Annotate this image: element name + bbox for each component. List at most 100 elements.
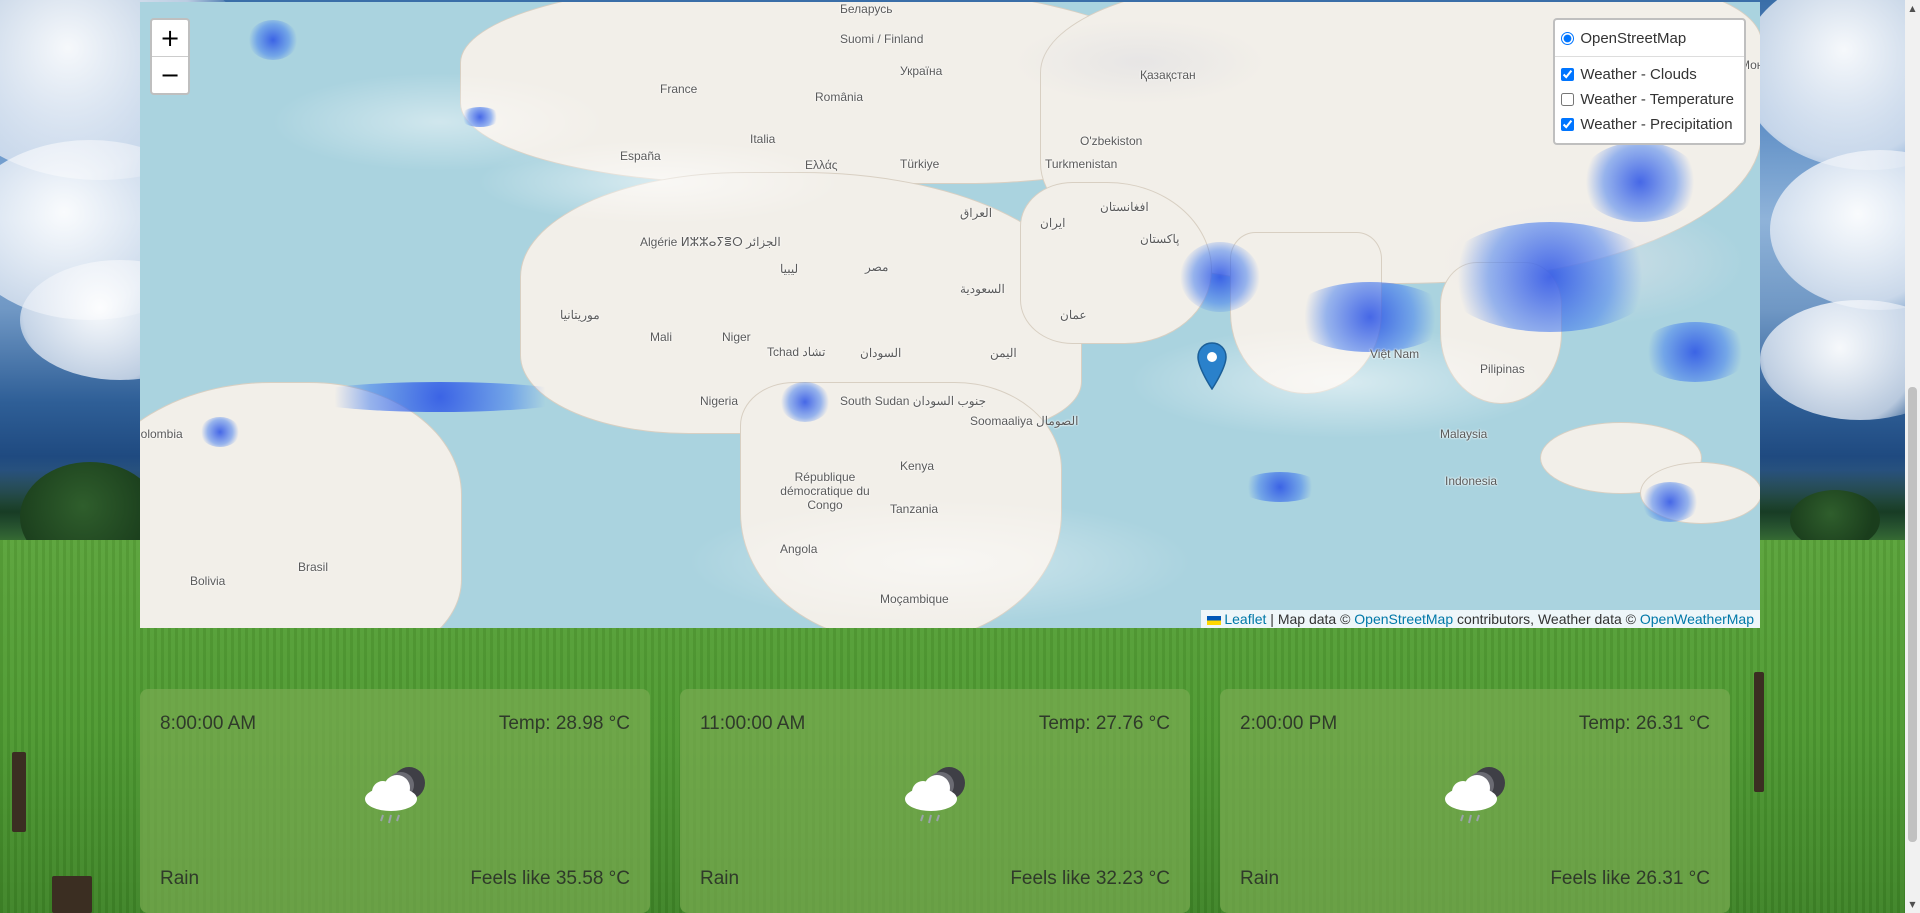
overlay-clouds-label: Weather - Clouds <box>1580 66 1697 83</box>
map-place-label: Pilipinas <box>1480 362 1525 376</box>
map-place-label: France <box>660 82 698 96</box>
precipitation-spot <box>248 20 298 60</box>
precipitation-spot <box>1240 472 1320 502</box>
map-place-label: Việt Nam <box>1370 347 1420 361</box>
rain-cloud-night-icon <box>365 767 425 824</box>
map-place-label: العراق <box>960 206 993 220</box>
map-attribution: Leaflet | Map data © OpenStreetMap contr… <box>1201 610 1760 628</box>
overlay-precipitation[interactable]: Weather - Precipitation <box>1561 112 1734 137</box>
map-place-label: România <box>815 90 864 104</box>
map-place-label: Suomi / Finland <box>840 32 924 46</box>
overlay-temperature-checkbox[interactable] <box>1561 93 1575 106</box>
forecast-feels-like: Feels like 26.31 °C <box>1550 868 1710 889</box>
leaflet-link[interactable]: Leaflet <box>1224 611 1266 627</box>
map-place-label: Беларусь <box>840 2 893 16</box>
forecast-description: Rain <box>700 868 740 889</box>
map-place-label: اليمن <box>990 346 1017 360</box>
layers-control: OpenStreetMap Weather - Clouds Weather -… <box>1553 18 1746 145</box>
map-place-label: افغانستان <box>1100 200 1149 214</box>
map-place-label: España <box>620 149 661 163</box>
map-place-label: Tanzania <box>890 502 939 516</box>
rain-cloud-night-icon <box>905 767 965 824</box>
forecast-card: 8:00:00 AM Temp: 28.98 °C Rain Feels lik… <box>140 689 650 913</box>
precipitation-spot <box>200 417 240 447</box>
map-place-label: پاکستان <box>1140 232 1180 246</box>
forecast-temp: Temp: 28.98 °C <box>498 713 630 734</box>
openweathermap-link[interactable]: OpenWeatherMap <box>1640 611 1754 627</box>
forecast-time: 8:00:00 AM <box>160 713 257 734</box>
precipitation-spot <box>1640 322 1750 382</box>
map-place-label: O'zbekiston <box>1080 134 1143 148</box>
ukraine-flag-icon <box>1207 615 1222 625</box>
forecast-time: 2:00:00 PM <box>1240 713 1338 734</box>
map-place-label: Brasil <box>298 560 329 574</box>
map-place-label: South Sudan جنوب السودان <box>840 394 986 408</box>
map-place-label: Malaysia <box>1440 427 1488 441</box>
map-place-label: Қазақстан <box>1140 68 1196 82</box>
map-place-label: Mali <box>650 330 673 344</box>
page-scrollbar[interactable]: ▲ ▼ <box>1905 0 1920 913</box>
map-place-label: موريتانيا <box>560 308 600 322</box>
map-place-label: Colombia <box>140 427 183 441</box>
openstreetmap-link[interactable]: OpenStreetMap <box>1354 611 1453 627</box>
map-place-label: Algérie ⵍⵣⵣⴰⵢⴻⵔ الجزائر <box>640 235 781 249</box>
map-place-label: Moçambique <box>880 592 949 606</box>
forecast-description: Rain <box>1240 868 1280 889</box>
precipitation-spot <box>300 382 580 412</box>
scroll-up-arrow-icon[interactable]: ▲ <box>1905 0 1920 17</box>
location-marker-icon[interactable] <box>1197 342 1227 390</box>
map-place-label: Italia <box>750 132 776 146</box>
zoom-in-button[interactable]: + <box>152 20 188 56</box>
scrollbar-thumb[interactable] <box>1908 387 1917 842</box>
map-place-label: Bolivia <box>190 574 226 588</box>
map-place-label: ایران <box>1040 216 1066 230</box>
map-place-label: Indonesia <box>1445 474 1498 488</box>
map-place-label: السودان <box>860 346 902 360</box>
map-place-label: Ελλάς <box>805 158 838 172</box>
map-place-label: السعودية <box>960 282 1005 296</box>
forecast-card: 2:00:00 PM Temp: 26.31 °C Rain Feels lik… <box>1220 689 1730 913</box>
base-layer-radio[interactable] <box>1561 32 1575 45</box>
base-layer-osm[interactable]: OpenStreetMap <box>1561 26 1734 51</box>
precipitation-spot <box>1290 282 1450 352</box>
precipitation-spot <box>1580 142 1700 222</box>
map-place-label: Türkiye <box>900 157 940 171</box>
map-place-label: ليبيا <box>780 262 799 276</box>
scroll-down-arrow-icon[interactable]: ▼ <box>1905 896 1920 913</box>
map-place-label: Angola <box>780 542 818 556</box>
forecast-time: 11:00:00 AM <box>700 713 806 734</box>
forecast-feels-like: Feels like 35.58 °C <box>470 868 630 889</box>
precipitation-spot <box>460 107 500 127</box>
zoom-control: + − <box>150 18 190 95</box>
layers-divider <box>1555 56 1744 57</box>
map-place-label: Tchad تشاد <box>767 345 826 359</box>
overlay-temperature-label: Weather - Temperature <box>1580 91 1734 108</box>
attribution-text: | Map data © <box>1270 611 1351 627</box>
forecast-card: 11:00:00 AM Temp: 27.76 °C Rain Feels li… <box>680 689 1190 913</box>
forecast-temp: Temp: 26.31 °C <box>1578 713 1710 734</box>
forecast-feels-like: Feels like 32.23 °C <box>1010 868 1170 889</box>
map-place-label: Turkmenistan <box>1045 157 1118 171</box>
forecast-temp: Temp: 27.76 °C <box>1038 713 1170 734</box>
precipitation-spot <box>1640 482 1700 522</box>
attribution-text: contributors, Weather data © <box>1457 611 1636 627</box>
rain-cloud-night-icon <box>1445 767 1505 824</box>
map-place-label: Kenya <box>900 459 935 473</box>
precipitation-spot <box>1440 222 1660 332</box>
map-place-label: Nigeria <box>700 394 739 408</box>
overlay-precipitation-label: Weather - Precipitation <box>1580 116 1733 133</box>
overlay-clouds-checkbox[interactable] <box>1561 68 1575 81</box>
precipitation-spot <box>1180 242 1260 312</box>
zoom-out-button[interactable]: − <box>152 56 188 93</box>
map-place-label: عمان <box>1060 308 1087 322</box>
map-place-label: République démocratique du Congo <box>780 470 870 512</box>
map-place-label: Україна <box>900 64 943 78</box>
overlay-precipitation-checkbox[interactable] <box>1561 118 1575 131</box>
precipitation-spot <box>780 382 830 422</box>
weather-map[interactable]: Беларусь Suomi / Finland France Україна Româ… <box>140 2 1760 628</box>
overlay-clouds[interactable]: Weather - Clouds <box>1561 62 1734 87</box>
overlay-temperature[interactable]: Weather - Temperature <box>1561 87 1734 112</box>
map-place-label: Soomaaliya الصومال <box>970 414 1079 428</box>
map-place-label: Niger <box>722 330 751 344</box>
forecast-description: Rain <box>160 868 200 889</box>
